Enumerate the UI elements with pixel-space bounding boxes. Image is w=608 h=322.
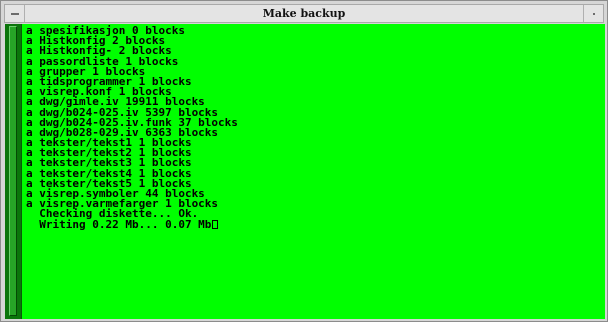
vertical-scrollbar[interactable]: [5, 24, 22, 319]
backup-window: Make backup a spesifikasjon 0 blocks a H…: [0, 0, 608, 322]
text-cursor: [212, 219, 219, 229]
window-menu-icon: [10, 12, 19, 15]
maximize-icon: [592, 12, 595, 15]
window-menu-button[interactable]: [5, 5, 25, 22]
title-bar[interactable]: Make backup: [4, 4, 604, 23]
maximize-button[interactable]: [583, 5, 603, 22]
progress-text: Writing 0.22 Mb... 0.07 Mb: [26, 217, 212, 231]
window-title: Make backup: [262, 7, 346, 20]
scrollbar-thumb[interactable]: [9, 26, 17, 316]
output-line-current: Writing 0.22 Mb... 0.07 Mb: [26, 217, 238, 231]
terminal-area[interactable]: a spesifikasjon 0 blocks a Histkonfig 2 …: [5, 24, 605, 319]
terminal-output: a spesifikasjon 0 blocks a Histkonfig 2 …: [26, 25, 238, 231]
